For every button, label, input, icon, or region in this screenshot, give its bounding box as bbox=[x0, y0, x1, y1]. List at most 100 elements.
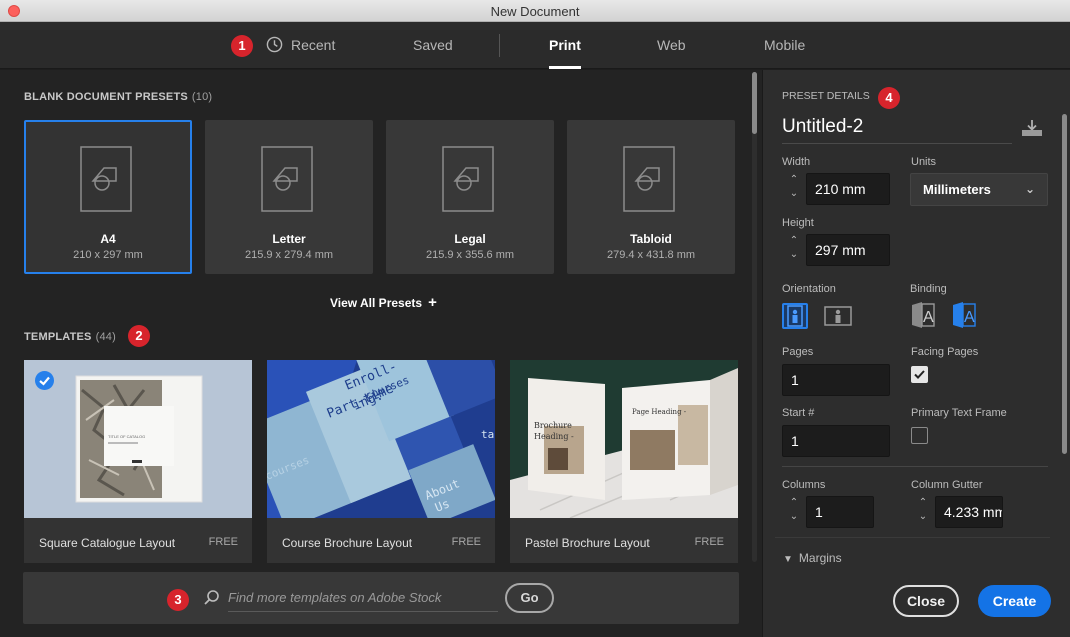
checkmark-icon bbox=[914, 370, 925, 379]
template-thumbnail: Part-time courses Enroll- ing: courses A… bbox=[267, 360, 495, 518]
gutter-stepper[interactable]: ⌃ ⌄ bbox=[911, 496, 935, 528]
stepper-up-icon[interactable]: ⌃ bbox=[782, 496, 806, 510]
width-label: Width bbox=[782, 156, 811, 168]
tab-web[interactable]: Web bbox=[657, 22, 686, 69]
close-button[interactable]: Close bbox=[893, 585, 959, 617]
preset-name: Tabloid bbox=[630, 232, 672, 246]
stepper-down-icon[interactable]: ⌄ bbox=[782, 187, 806, 201]
stepper-up-icon[interactable]: ⌃ bbox=[782, 234, 806, 248]
preset-size: 215.9 x 355.6 mm bbox=[425, 249, 515, 261]
binding-right-button[interactable]: A bbox=[951, 301, 977, 329]
preset-name: Legal bbox=[454, 232, 486, 246]
tab-print[interactable]: Print bbox=[549, 22, 581, 69]
column-gutter-input[interactable]: 4.233 mm bbox=[935, 496, 1003, 528]
search-icon bbox=[204, 590, 219, 605]
right-scrollbar[interactable] bbox=[1062, 114, 1067, 454]
tab-saved[interactable]: Saved bbox=[413, 22, 453, 69]
tab-recent[interactable]: Recent bbox=[266, 22, 335, 69]
thumb-text: Brochure bbox=[534, 421, 572, 430]
height-input[interactable]: 297 mm bbox=[806, 234, 890, 266]
templates-count: (44) bbox=[95, 331, 116, 343]
columns-input[interactable]: 1 bbox=[806, 496, 874, 528]
preset-card-letter[interactable]: Letter 215.9 x 279.4 mm bbox=[205, 120, 373, 274]
preset-card-a4[interactable]: A4 210 x 297 mm bbox=[24, 120, 192, 274]
callout-badge-3: 3 bbox=[167, 589, 189, 611]
save-preset-icon[interactable] bbox=[1020, 118, 1044, 138]
columns-label: Columns bbox=[782, 479, 826, 491]
preset-size: 210 x 297 mm bbox=[73, 249, 143, 261]
height-stepper[interactable]: ⌃ ⌄ bbox=[782, 234, 806, 266]
create-button[interactable]: Create bbox=[978, 585, 1051, 617]
stepper-down-icon[interactable]: ⌄ bbox=[911, 510, 935, 524]
preset-card-legal[interactable]: Legal 215.9 x 355.6 mm bbox=[386, 120, 554, 274]
thumb-text: TITLE OF CATALOG bbox=[108, 434, 145, 439]
preset-details-heading: PRESET DETAILS bbox=[782, 90, 870, 102]
units-value: Millimeters bbox=[923, 182, 991, 197]
preset-card-tabloid[interactable]: Tabloid 279.4 x 431.8 mm bbox=[567, 120, 735, 274]
margins-disclosure[interactable]: ▼ Margins bbox=[783, 551, 842, 565]
orientation-landscape-button[interactable] bbox=[824, 305, 852, 327]
preset-name: A4 bbox=[100, 232, 116, 246]
document-name-field[interactable]: Untitled-2 bbox=[782, 116, 1012, 144]
clock-icon bbox=[266, 37, 283, 53]
template-thumbnail: TITLE OF CATALOG bbox=[24, 360, 252, 518]
columns-stepper[interactable]: ⌃ ⌄ bbox=[782, 496, 806, 528]
template-card-square-catalogue[interactable]: TITLE OF CATALOG Square Catalogue Layout… bbox=[24, 360, 252, 563]
preset-size: 215.9 x 279.4 mm bbox=[244, 249, 334, 261]
template-price: FREE bbox=[694, 536, 724, 548]
template-card-pastel-brochure[interactable]: Brochure Heading - Page Heading - Pastel… bbox=[510, 360, 738, 563]
view-all-label: View All Presets bbox=[330, 296, 423, 310]
go-button[interactable]: Go bbox=[505, 583, 554, 613]
landscape-icon bbox=[824, 306, 852, 326]
tab-divider bbox=[499, 34, 500, 57]
units-select[interactable]: Millimeters ⌄ bbox=[910, 173, 1048, 206]
stepper-up-icon[interactable]: ⌃ bbox=[782, 173, 806, 187]
start-page-input[interactable]: 1 bbox=[782, 425, 890, 457]
column-gutter-label: Column Gutter bbox=[911, 479, 983, 491]
stock-search-input[interactable] bbox=[228, 584, 498, 612]
template-name: Course Brochure Layout bbox=[282, 536, 413, 550]
left-scrollbar-thumb[interactable] bbox=[752, 72, 757, 134]
width-stepper[interactable]: ⌃ ⌄ bbox=[782, 173, 806, 205]
category-tabs: Recent Saved Print Web Mobile bbox=[0, 22, 1070, 69]
facing-pages-label: Facing Pages bbox=[911, 346, 979, 358]
tab-mobile[interactable]: Mobile bbox=[764, 22, 805, 69]
document-preset-icon bbox=[442, 146, 494, 212]
margins-label: Margins bbox=[798, 551, 842, 565]
callout-badge-2: 2 bbox=[128, 325, 150, 347]
presets-heading-label: BLANK DOCUMENT PRESETS bbox=[24, 91, 188, 103]
binding-right-glyph: A bbox=[964, 309, 975, 326]
orientation-portrait-button[interactable] bbox=[782, 303, 808, 329]
template-price: FREE bbox=[208, 536, 238, 548]
templates-heading: TEMPLATES (44) bbox=[24, 331, 116, 343]
primary-text-frame-checkbox[interactable] bbox=[911, 427, 928, 444]
width-input[interactable]: 210 mm bbox=[806, 173, 890, 205]
facing-pages-checkbox[interactable] bbox=[911, 366, 928, 383]
primary-text-frame-label: Primary Text Frame bbox=[911, 407, 1007, 419]
template-thumbnail: Brochure Heading - Page Heading - bbox=[510, 360, 738, 518]
window-titlebar: New Document bbox=[0, 0, 1070, 22]
section-divider bbox=[782, 466, 1048, 467]
view-all-presets-link[interactable]: View All Presets + bbox=[330, 294, 437, 311]
chevron-down-icon: ⌄ bbox=[1024, 182, 1035, 196]
preset-name: Letter bbox=[272, 232, 306, 246]
template-card-course-brochure[interactable]: Part-time courses Enroll- ing: courses A… bbox=[267, 360, 495, 563]
stepper-down-icon[interactable]: ⌄ bbox=[782, 248, 806, 262]
document-preset-icon bbox=[261, 146, 313, 212]
pages-input[interactable]: 1 bbox=[782, 364, 890, 396]
binding-left-button[interactable]: A bbox=[910, 301, 936, 329]
stepper-up-icon[interactable]: ⌃ bbox=[911, 496, 935, 510]
start-page-label: Start # bbox=[782, 407, 815, 419]
left-scrollbar[interactable] bbox=[752, 72, 757, 562]
presets-heading: BLANK DOCUMENT PRESETS (10) bbox=[24, 91, 212, 103]
window-title: New Document bbox=[490, 4, 580, 19]
preset-size: 279.4 x 431.8 mm bbox=[606, 249, 696, 261]
section-divider bbox=[775, 537, 1050, 538]
thumb-text: ta bbox=[481, 428, 494, 441]
document-preset-icon bbox=[623, 146, 675, 212]
height-label: Height bbox=[782, 217, 814, 229]
stepper-down-icon[interactable]: ⌄ bbox=[782, 510, 806, 524]
units-label: Units bbox=[911, 156, 937, 168]
tab-recent-label: Recent bbox=[291, 37, 336, 53]
binding-right-icon: A bbox=[953, 302, 976, 328]
